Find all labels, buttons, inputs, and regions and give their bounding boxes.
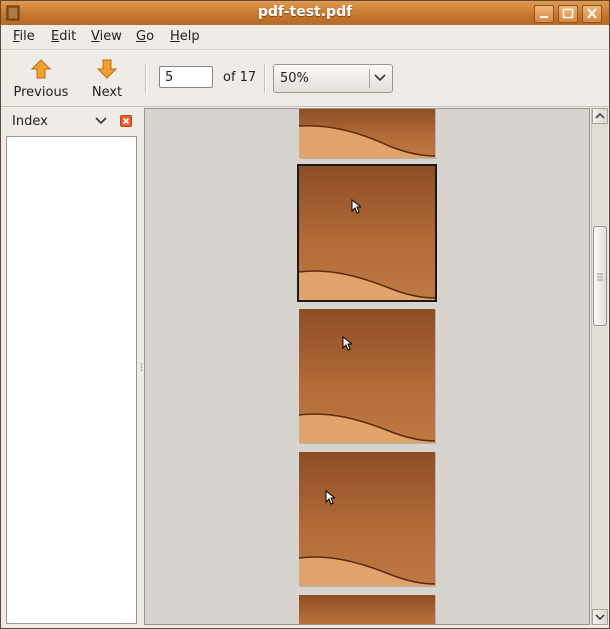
index-list[interactable] xyxy=(6,136,137,624)
sidebar-header: Index xyxy=(5,108,138,136)
zoom-value: 50% xyxy=(280,71,309,86)
sidebar-title: Index xyxy=(12,114,48,129)
sidebar-chevron-down-icon[interactable] xyxy=(95,117,107,126)
menu-go[interactable]: Go xyxy=(136,29,154,44)
menu-view-mnemonic: V xyxy=(91,29,100,44)
mouse-pointer-icon xyxy=(342,336,352,351)
page-thumbnail[interactable] xyxy=(299,452,435,586)
previous-page-button[interactable]: Previous xyxy=(9,56,73,102)
thumb-grip-icon xyxy=(597,273,603,281)
next-page-button[interactable]: Next xyxy=(85,56,129,102)
window-title: pdf-test.pdf xyxy=(257,4,353,20)
toolbar: Previous Next 5 of 17 50% xyxy=(1,50,609,107)
menu-view[interactable]: View xyxy=(91,29,122,44)
maximize-icon xyxy=(562,8,574,19)
scroll-up-button[interactable] xyxy=(592,108,608,124)
scroll-down-arrow-icon xyxy=(595,614,605,621)
scroll-up-arrow-icon xyxy=(595,112,605,119)
chevron-down-icon xyxy=(374,74,386,82)
scroll-down-button[interactable] xyxy=(592,609,608,625)
page-thumbnail[interactable] xyxy=(299,109,435,158)
menu-edit-mnemonic: E xyxy=(51,29,60,44)
page-number-input[interactable]: 5 xyxy=(159,66,213,88)
menu-go-label: o xyxy=(146,29,155,44)
menu-go-mnemonic: G xyxy=(136,29,147,44)
page-thumbnail[interactable] xyxy=(299,309,435,443)
title-bar: pdf-test.pdf xyxy=(1,1,609,25)
close-icon xyxy=(587,8,597,19)
menu-view-label: iew xyxy=(99,29,122,44)
up-arrow-icon xyxy=(30,59,52,79)
minimize-button[interactable] xyxy=(534,5,554,23)
sidebar-close-icon[interactable] xyxy=(120,115,132,127)
previous-label: Previous xyxy=(13,85,69,100)
page-image xyxy=(299,270,435,300)
menu-file[interactable]: File xyxy=(13,29,35,44)
toolbar-separator xyxy=(145,63,147,93)
page-thumbnail[interactable] xyxy=(299,595,435,624)
menu-file-label: ile xyxy=(19,29,35,44)
page-thumbnail-current[interactable] xyxy=(297,164,437,302)
down-arrow-icon xyxy=(96,59,118,79)
page-count-label: of 17 xyxy=(223,70,257,85)
page-image xyxy=(299,556,435,586)
combo-divider xyxy=(369,69,370,88)
sidebar: Index xyxy=(5,108,138,625)
mouse-pointer-icon xyxy=(351,199,361,214)
vertical-scrollbar[interactable] xyxy=(591,108,608,625)
mouse-pointer-icon xyxy=(325,490,335,505)
page-image xyxy=(299,124,435,158)
menu-edit[interactable]: Edit xyxy=(51,29,76,44)
menu-help-label: elp xyxy=(179,29,200,44)
menu-edit-label: dit xyxy=(59,29,77,44)
document-view[interactable] xyxy=(144,108,590,625)
zoom-select[interactable]: 50% xyxy=(273,64,393,93)
menu-help[interactable]: Help xyxy=(170,29,200,44)
menu-bar: File Edit View Go Help xyxy=(1,25,609,50)
pane-splitter-grip[interactable] xyxy=(140,363,143,371)
page-image xyxy=(299,413,435,443)
minimize-icon xyxy=(540,16,548,18)
toolbar-separator xyxy=(264,63,266,93)
menu-help-mnemonic: H xyxy=(170,29,180,44)
app-window: pdf-test.pdf File Edit View Go Help Prev… xyxy=(0,0,610,629)
scrollbar-thumb[interactable] xyxy=(593,226,607,326)
close-window-button[interactable] xyxy=(582,5,602,23)
maximize-button[interactable] xyxy=(558,5,578,23)
next-label: Next xyxy=(91,85,123,100)
